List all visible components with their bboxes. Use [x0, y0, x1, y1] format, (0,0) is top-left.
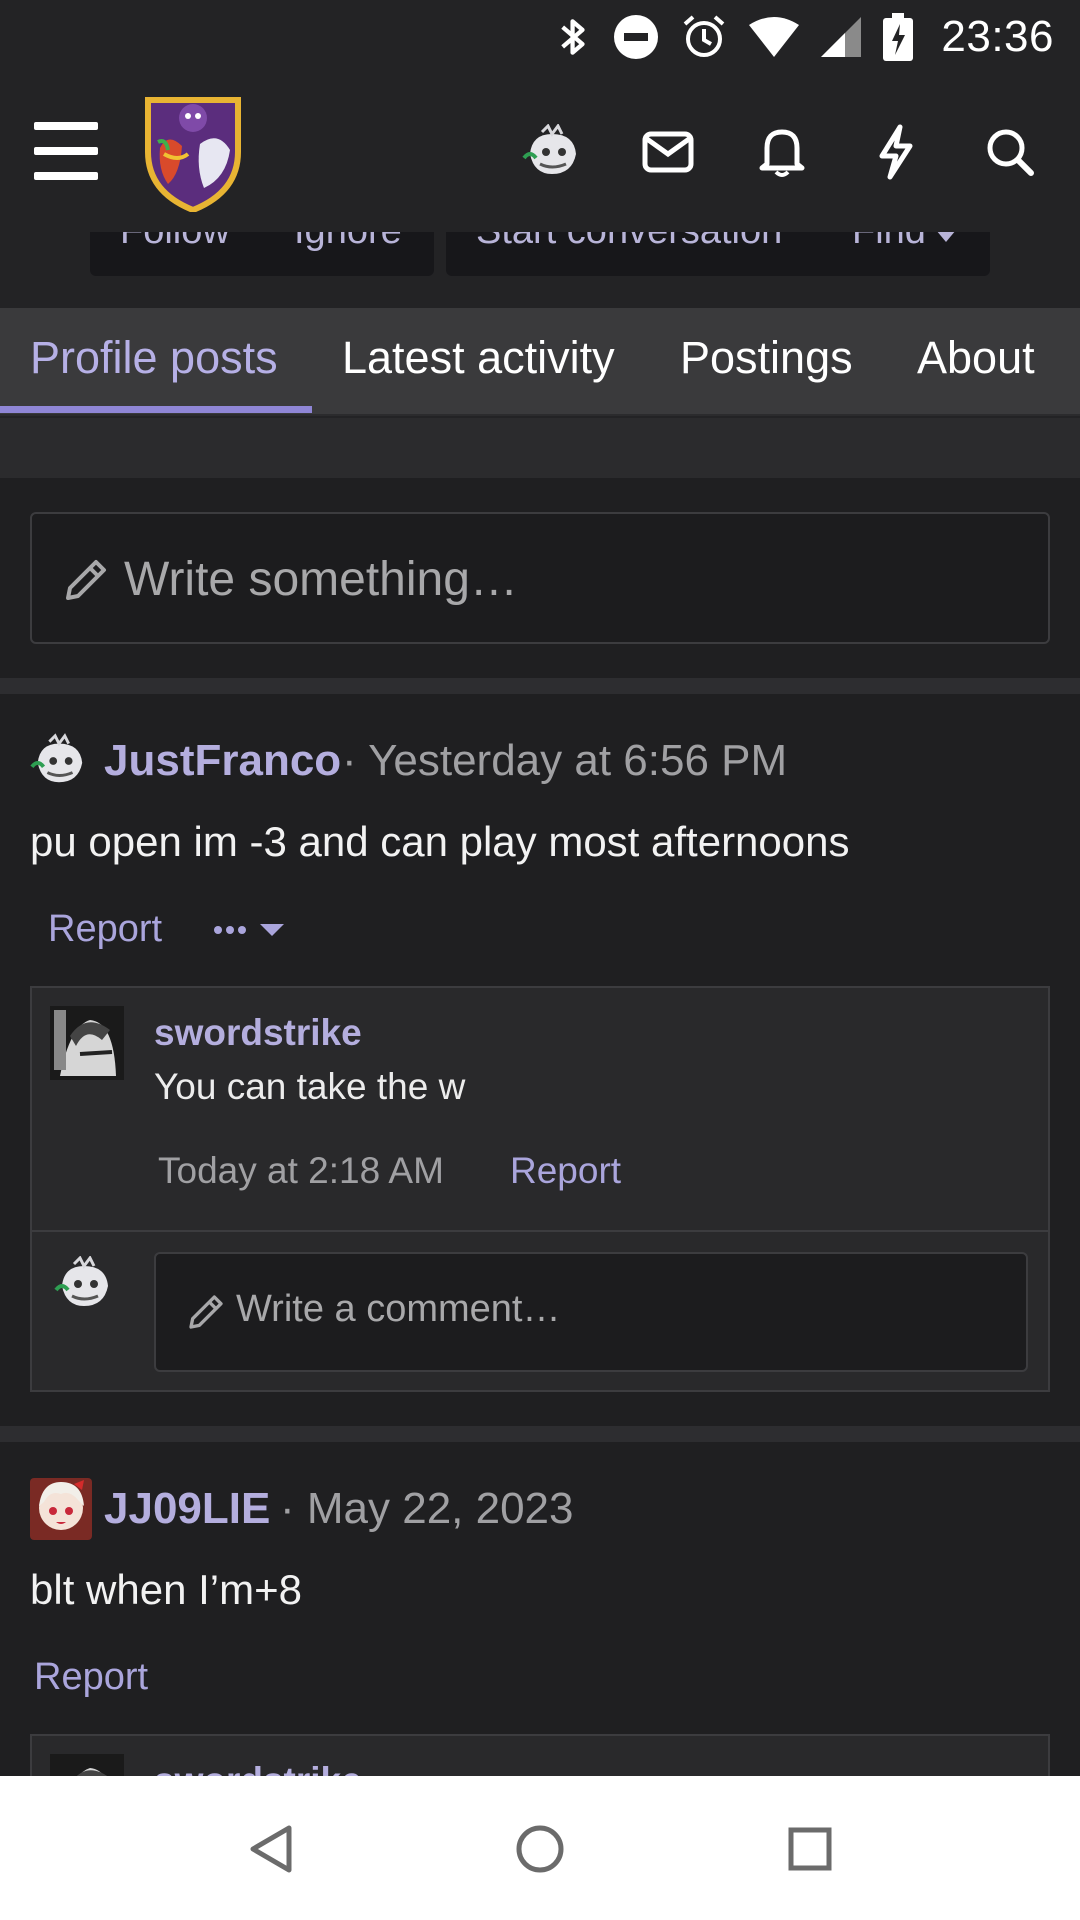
- report-link[interactable]: Report: [34, 1656, 148, 1699]
- back-icon: [250, 1825, 292, 1873]
- current-user-avatar: [54, 1256, 108, 1306]
- home-button[interactable]: [505, 1814, 575, 1884]
- search-icon[interactable]: [978, 120, 1042, 184]
- tab-profile-posts[interactable]: Profile posts: [30, 332, 278, 384]
- more-options-icon: [214, 924, 284, 936]
- cell-signal-icon: [821, 17, 862, 57]
- more-options-menu[interactable]: [212, 910, 288, 950]
- mail-icon[interactable]: [636, 120, 700, 184]
- do-not-disturb-icon: [614, 15, 659, 59]
- forum-logo[interactable]: [138, 92, 248, 212]
- write-comment-placeholder: Write a comment…: [236, 1288, 561, 1330]
- active-tab-indicator: [0, 406, 312, 413]
- comment-report-link[interactable]: Report: [510, 1150, 621, 1192]
- post-body: blt when I’m+8: [30, 1566, 302, 1613]
- justfranco-avatar[interactable]: [30, 732, 88, 790]
- back-button[interactable]: [236, 1814, 306, 1884]
- comments-section: swordstrike You can take the w Today at …: [30, 986, 1050, 1392]
- menu-icon[interactable]: [34, 122, 100, 180]
- system-nav-bar: [0, 1776, 1080, 1920]
- profile-tabs: Profile posts Latest activity Postings A…: [0, 308, 1080, 416]
- comment-text: You can take the w: [154, 1066, 466, 1107]
- battery-charging-icon: [883, 13, 914, 61]
- tab-about[interactable]: About: [917, 332, 1035, 384]
- write-something-placeholder: Write something…: [124, 553, 518, 606]
- pencil-icon: [189, 1295, 223, 1329]
- bolt-icon[interactable]: [864, 120, 928, 184]
- bluetooth-icon: [561, 19, 586, 55]
- post-author[interactable]: JJ09LIE: [104, 1484, 270, 1534]
- screen: 23:36 Follow Ignore Start conversation F…: [0, 0, 1080, 1920]
- post-timestamp[interactable]: · May 22, 2023: [280, 1484, 574, 1534]
- post-author[interactable]: JustFranco: [104, 736, 341, 786]
- recents-icon: [788, 1827, 832, 1871]
- post-separator: [0, 678, 1080, 694]
- wifi-icon: [749, 17, 800, 57]
- recents-button[interactable]: [775, 1814, 845, 1884]
- comment-divider: [32, 1230, 1048, 1232]
- tab-latest-activity[interactable]: Latest activity: [342, 332, 615, 384]
- swordstrike-avatar[interactable]: [50, 1006, 124, 1080]
- jj09lie-avatar[interactable]: [30, 1478, 92, 1540]
- tab-postings[interactable]: Postings: [680, 332, 853, 384]
- comment-timestamp[interactable]: Today at 2:18 AM: [158, 1150, 444, 1192]
- bell-icon[interactable]: [750, 120, 814, 184]
- post-body: pu open im -3 and can play most afternoo…: [30, 818, 850, 865]
- tabs-spacer: [0, 418, 1080, 478]
- post-timestamp[interactable]: · Yesterday at 6:56 PM: [342, 736, 787, 786]
- write-something-input[interactable]: Write something…: [30, 512, 1050, 644]
- comment-author[interactable]: swordstrike: [154, 1012, 362, 1054]
- write-comment-input[interactable]: Write a comment…: [154, 1252, 1028, 1372]
- alarm-icon: [684, 15, 725, 57]
- post-separator: [0, 1426, 1080, 1442]
- app-header: [0, 74, 1080, 232]
- pencil-icon: [66, 560, 106, 600]
- home-icon: [516, 1825, 564, 1873]
- user-avatar[interactable]: [520, 120, 584, 184]
- status-bar: 23:36: [0, 0, 1080, 74]
- clock: 23:36: [941, 12, 1054, 61]
- report-link[interactable]: Report: [48, 908, 162, 951]
